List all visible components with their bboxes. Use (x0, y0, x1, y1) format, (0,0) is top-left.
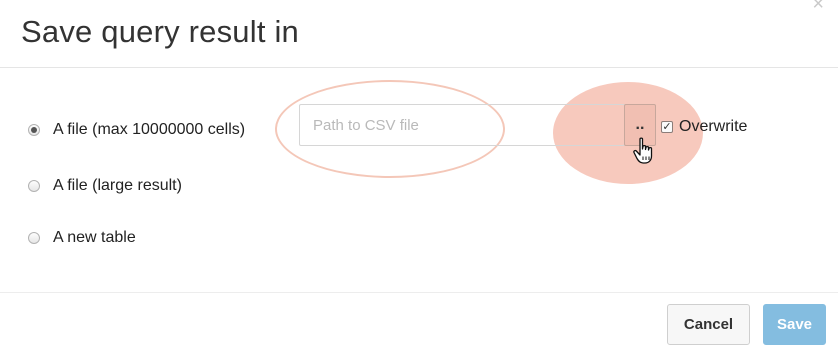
footer-divider (0, 292, 838, 293)
browse-button-label: .. (635, 116, 645, 133)
dialog-title: Save query result in (21, 14, 299, 49)
option-file-large-result[interactable]: A file (large result) (28, 174, 182, 198)
option-label: A file (large result) (53, 177, 182, 194)
radio-new-table[interactable] (28, 232, 40, 244)
option-label: A file (max 10000000 cells) (53, 121, 246, 138)
overwrite-label: Overwrite (679, 118, 748, 135)
dialog-header: Save query result in (0, 0, 838, 68)
save-query-result-dialog: × Save query result in A file (max 10000… (0, 0, 838, 353)
radio-file-max-cells[interactable] (28, 124, 40, 136)
option-file-max-cells[interactable]: A file (max 10000000 cells) (28, 118, 245, 142)
overwrite-checkbox-row[interactable]: ✓ Overwrite (661, 117, 747, 137)
cancel-button[interactable]: Cancel (667, 304, 750, 345)
csv-path-input[interactable] (299, 104, 625, 146)
option-label: A new table (53, 229, 136, 246)
save-button[interactable]: Save (763, 304, 826, 345)
hand-pointer-icon (633, 137, 653, 164)
option-new-table[interactable]: A new table (28, 226, 136, 250)
overwrite-checkbox[interactable]: ✓ (661, 121, 673, 133)
radio-file-large-result[interactable] (28, 180, 40, 192)
